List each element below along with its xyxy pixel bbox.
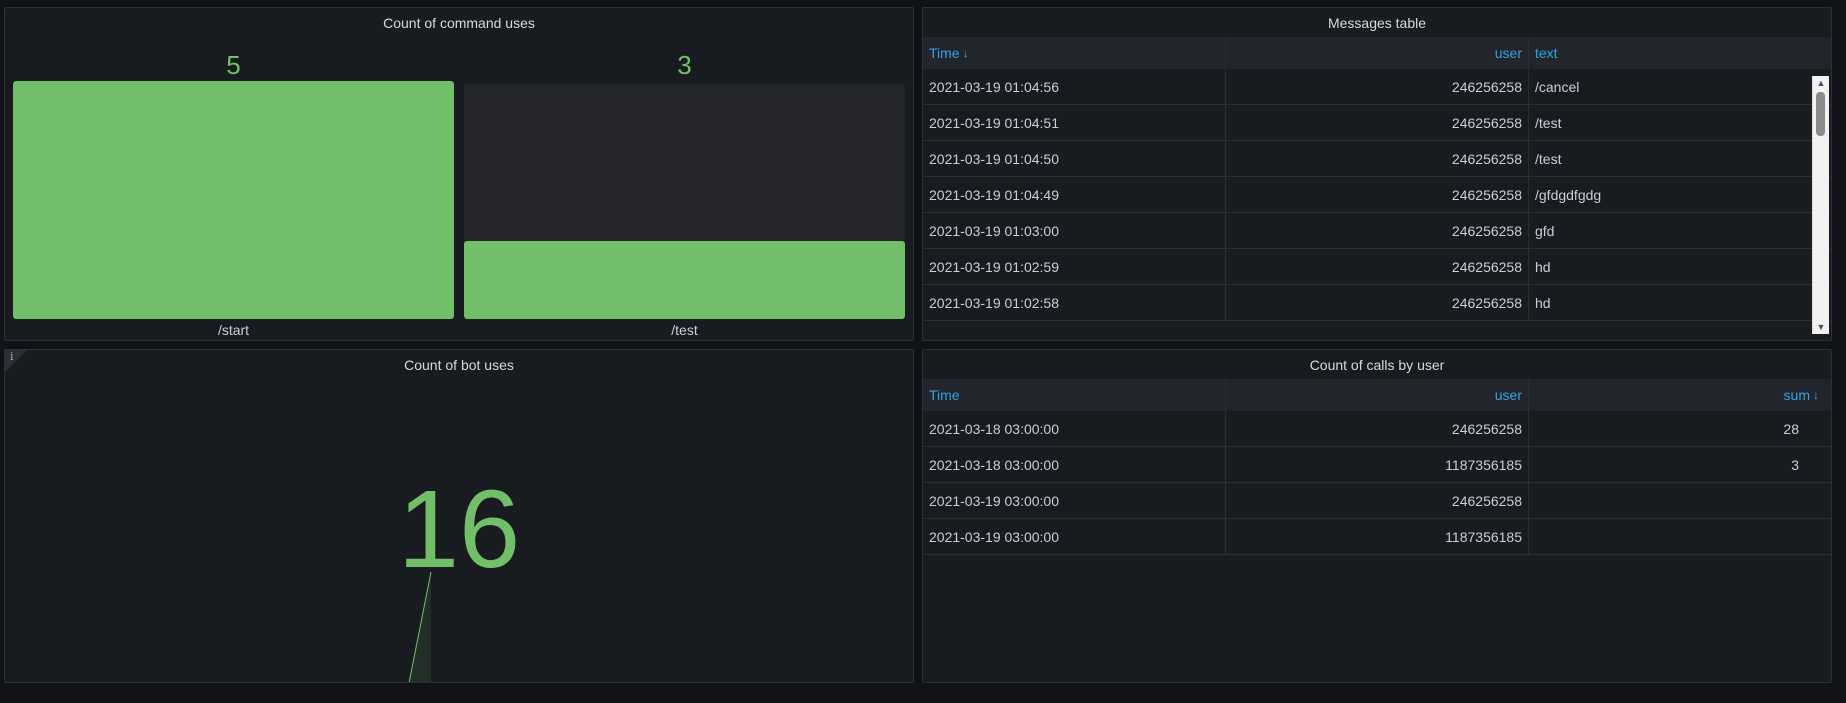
bar-label: /test [671,322,698,338]
panel-title[interactable]: Count of calls by user [923,350,1831,380]
cell-sum [1529,519,1831,554]
cell-time: 2021-03-19 01:02:58 [923,285,1226,320]
table-row[interactable]: 2021-03-19 01:04:51 246256258 /test [923,105,1831,141]
table-row[interactable]: 2021-03-19 01:04:56 246256258 /cancel [923,69,1831,105]
column-header-time[interactable]: Time ↓ [923,37,1226,69]
table-row[interactable]: 2021-03-19 01:04:49 246256258 /gfdgdfgdg [923,177,1831,213]
cell-user: 246256258 [1226,69,1529,104]
cell-user: 1187356185 [1226,447,1529,482]
command-uses-panel[interactable]: Count of command uses 5 /start 3 /test [4,7,914,341]
cell-text: /test [1535,150,1562,167]
table-row[interactable]: 2021-03-18 03:00:00 246256258 28 [923,411,1831,447]
table-header: Time ↓ user text [923,37,1831,69]
cell-user: 246256258 [1226,177,1529,212]
cell-time: 2021-03-19 01:04:51 [923,105,1226,140]
bar-track [13,81,454,319]
table-header: Time user sum ↓ [923,379,1831,411]
table-row[interactable]: 2021-03-19 03:00:00 246256258 [923,483,1831,519]
cell-sum [1529,483,1831,518]
cell-time: 2021-03-19 01:04:49 [923,177,1226,212]
cell-user: 246256258 [1226,249,1529,284]
bar-fill-test [464,241,905,319]
bar-value: 5 [226,50,241,80]
cell-user: 246256258 [1226,213,1529,248]
cell-text: hd [1535,258,1551,275]
bot-uses-panel[interactable]: i Count of bot uses 16 [4,349,914,683]
calls-by-user-panel[interactable]: Count of calls by user Time user sum ↓ 2… [922,349,1832,683]
cell-time: 2021-03-19 01:04:56 [923,69,1226,104]
cell-time: 2021-03-19 03:00:00 [923,519,1226,554]
panel-title[interactable]: Messages table [923,8,1831,38]
table-row[interactable]: 2021-03-19 01:02:59 246256258 hd [923,249,1831,285]
cell-time: 2021-03-19 03:00:00 [923,483,1226,518]
cell-text: /gfdgdfgdg [1535,186,1602,203]
table-body[interactable]: 2021-03-19 01:04:56 246256258 /cancel 20… [923,69,1831,327]
cell-user: 246256258 [1226,141,1529,176]
cell-time: 2021-03-18 03:00:00 [923,447,1226,482]
column-header-text[interactable]: text [1529,37,1809,69]
column-label: Time [929,45,960,61]
table-row[interactable]: 2021-03-19 01:02:58 246256258 hd [923,285,1831,321]
sort-desc-arrow-icon: ↓ [962,46,969,60]
cell-time: 2021-03-19 01:02:59 [923,249,1226,284]
column-header-time[interactable]: Time [923,379,1226,411]
cell-time: 2021-03-18 03:00:00 [923,411,1226,446]
messages-table: Time ↓ user text 2021-03-19 01:04:56 246… [923,37,1831,327]
bar-value: 3 [677,50,692,80]
panel-title[interactable]: Count of command uses [5,8,913,38]
cell-time: 2021-03-19 01:04:50 [923,141,1226,176]
column-label: user [1494,45,1522,61]
cell-sum: 28 [1783,420,1799,437]
bar-column-test: 3 /test [464,38,905,338]
column-label: Time [929,387,960,403]
bar-label: /start [217,322,250,338]
scroll-down-arrow-icon[interactable]: ▼ [1813,320,1829,334]
cell-user: 246256258 [1226,285,1529,320]
cell-text: hd [1535,294,1551,311]
column-label: sum [1783,387,1810,403]
table-row[interactable]: 2021-03-18 03:00:00 1187356185 3 [923,447,1831,483]
column-label: user [1494,387,1522,403]
cell-time: 2021-03-19 01:03:00 [923,213,1226,248]
sort-desc-arrow-icon: ↓ [1813,388,1819,402]
calls-table: Time user sum ↓ 2021-03-18 03:00:00 2462… [923,379,1831,555]
bar-column-start: 5 /start [13,38,454,338]
table-row[interactable]: 2021-03-19 01:03:00 246256258 gfd [923,213,1831,249]
scroll-up-arrow-icon[interactable]: ▲ [1813,76,1829,90]
cell-text: /test [1535,114,1562,131]
cell-user: 246256258 [1226,411,1529,446]
stat-value: 16 [397,468,521,591]
table-scrollbar[interactable]: ▲ ▼ [1812,76,1829,334]
cell-user: 246256258 [1226,105,1529,140]
bar-track [464,84,905,319]
scrollbar-thumb[interactable] [1816,92,1825,136]
cell-user: 1187356185 [1226,519,1529,554]
table-row[interactable]: 2021-03-19 03:00:00 1187356185 [923,519,1831,555]
cell-user: 246256258 [1226,483,1529,518]
column-label: text [1535,45,1558,61]
bar-fill-start [13,81,454,319]
cell-text: gfd [1535,222,1555,239]
column-header-user[interactable]: user [1226,379,1529,411]
column-header-user[interactable]: user [1226,37,1529,69]
column-header-sum[interactable]: sum ↓ [1529,379,1831,411]
cell-text: /cancel [1535,78,1580,95]
messages-table-panel[interactable]: Messages table Time ↓ user text 2021-03-… [922,7,1832,341]
table-row[interactable]: 2021-03-19 01:04:50 246256258 /test [923,141,1831,177]
cell-sum: 3 [1791,456,1799,473]
